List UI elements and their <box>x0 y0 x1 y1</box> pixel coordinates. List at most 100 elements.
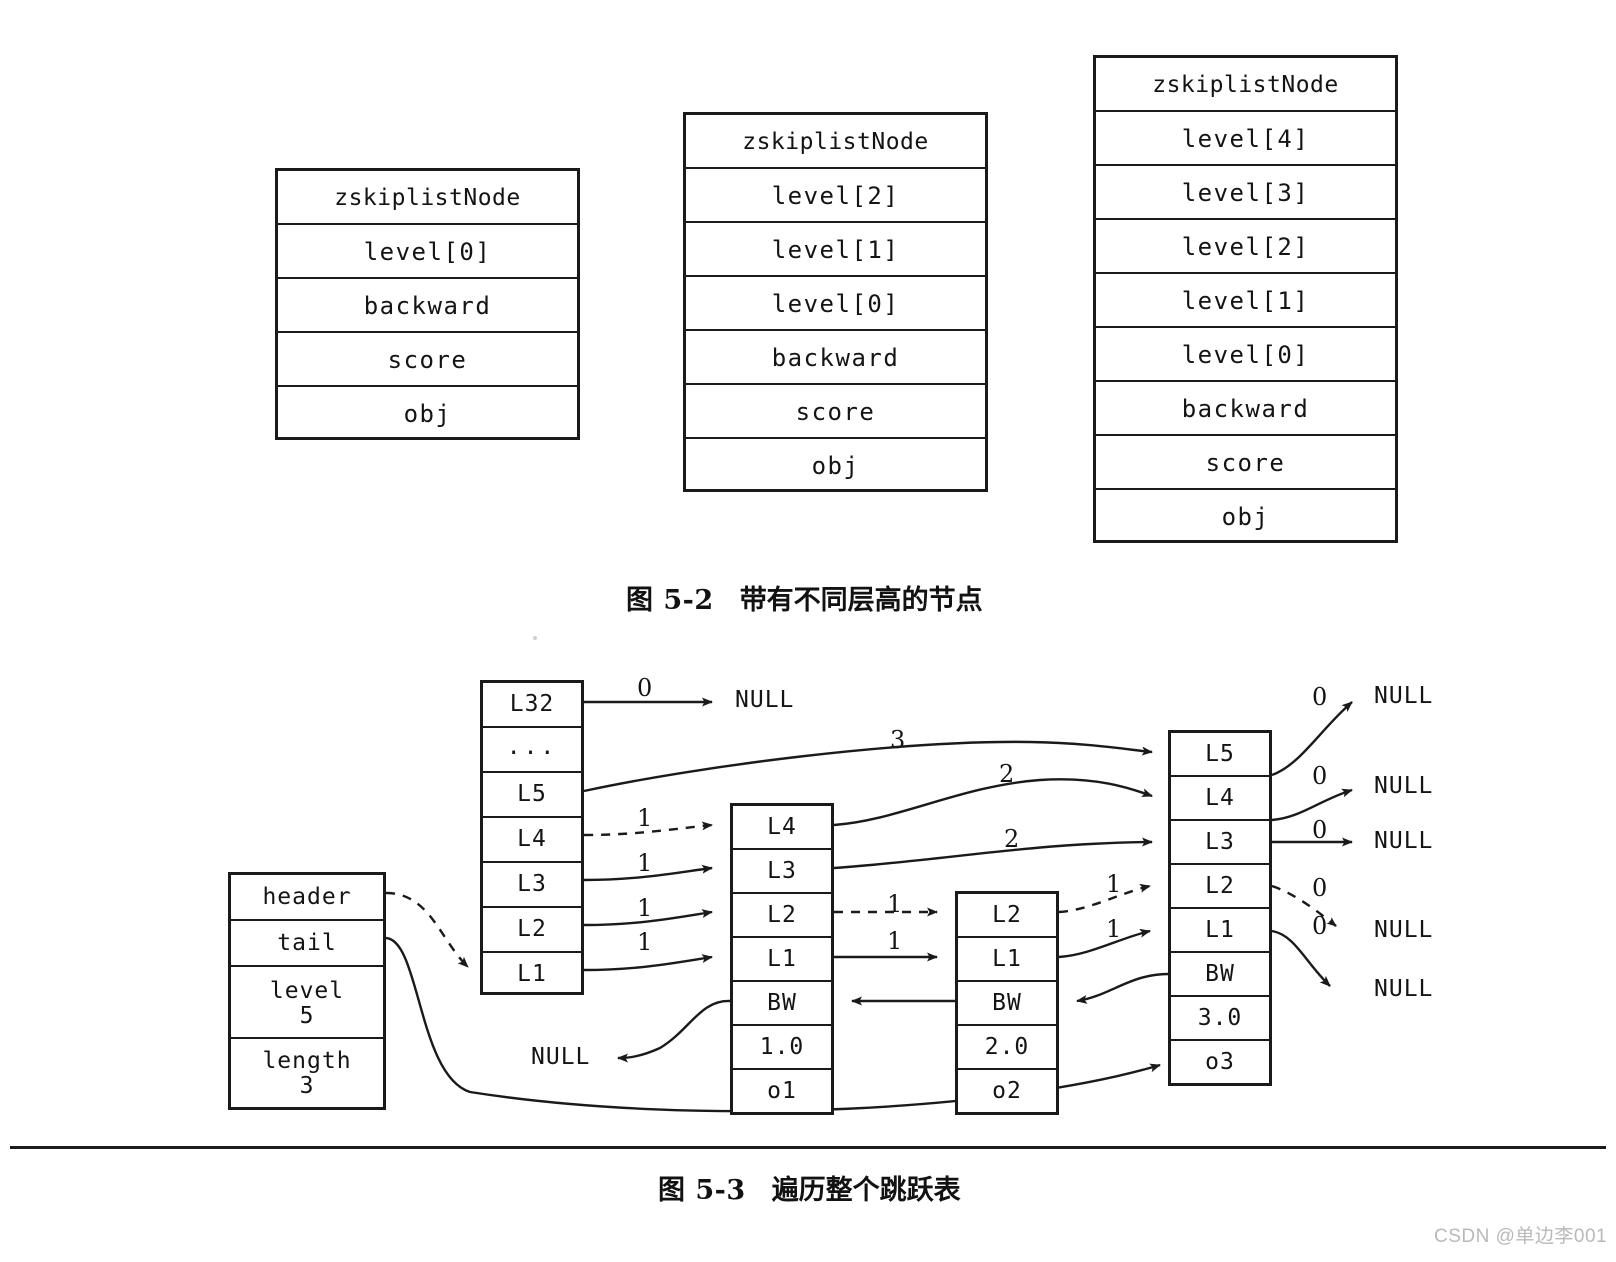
csdn-watermark: CSDN @单边李001 <box>1434 1226 1608 1247</box>
zskiplist-level-label: level <box>269 978 345 1005</box>
zskiplist-field-level: level 5 <box>231 967 383 1039</box>
struct-field: level[0] <box>278 225 577 279</box>
figure-5-3-caption: 图 5-3 遍历整个跳跃表 <box>658 1168 961 1207</box>
node-o1-cell-l1: L1 <box>733 938 831 982</box>
struct-field: level[1] <box>1096 274 1395 328</box>
span-label-n3-l2: 0 <box>1312 874 1328 902</box>
span-label-header-l3: 1 <box>637 849 653 877</box>
struct-field: backward <box>278 279 577 333</box>
null-label-tail-1: NULL <box>1374 683 1434 709</box>
header-node-cell-l32: L32 <box>483 683 581 728</box>
node-o3-cell-obj: o3 <box>1205 1049 1235 1075</box>
span-label-n1-l2: 1 <box>887 890 903 918</box>
node-o1-cell-l4: L4 <box>733 806 831 850</box>
span-label-header-l1: 1 <box>637 928 653 956</box>
span-label-n3-l1: 0 <box>1312 912 1328 940</box>
header-node-cell-l5: L5 <box>483 773 581 818</box>
skiplist-node-o1: L4 L3 L2 L1 BW 1.0 o1 <box>730 803 834 1115</box>
node-o1-cell-l2: L2 <box>733 894 831 938</box>
node-o3-cell-l4: L4 <box>1171 777 1269 821</box>
node-o3-cell-bw: BW <box>1171 953 1269 997</box>
wire-o2-l1-to-o3 <box>1058 928 1151 959</box>
node-o3-cell-score: 3.0 <box>1171 997 1269 1041</box>
struct-header: zskiplistNode <box>278 171 577 225</box>
struct-field: score <box>278 333 577 387</box>
null-label-backward: NULL <box>531 1044 591 1070</box>
node-o2-cell-l2: L2 <box>958 894 1056 938</box>
struct-header: zskiplistNode <box>1096 58 1395 112</box>
struct-field: level[0] <box>1096 328 1395 382</box>
zskiplist-field-length: length 3 <box>231 1039 383 1107</box>
wire-header-to-headernode <box>385 891 469 968</box>
null-label-tail-3: NULL <box>1374 828 1434 854</box>
wire-o3-bw-to-o2 <box>1076 972 1169 1004</box>
span-label-n2-l2: 1 <box>1106 870 1122 898</box>
zskiplistnode-level5-table: zskiplistNode level[4] level[3] level[2]… <box>1093 55 1398 543</box>
struct-field: score <box>686 385 985 439</box>
figure-5-2-number: 图 5-2 <box>626 585 714 616</box>
skiplist-header-node: L32 ... L5 L4 L3 L2 L1 <box>480 680 584 995</box>
span-label-n1-l4: 2 <box>999 760 1015 788</box>
struct-field: score <box>1096 436 1395 490</box>
node-o1-cell-bw: BW <box>733 982 831 1026</box>
span-label-n3-l4: 0 <box>1312 762 1328 790</box>
span-label-header-l32: 0 <box>637 674 653 702</box>
null-label-tail-5: NULL <box>1374 976 1434 1002</box>
header-node-cell-l4: L4 <box>483 818 581 863</box>
page-canvas: zskiplistNode level[0] backward score ob… <box>0 0 1616 1262</box>
span-label-n3-l5: 0 <box>1312 683 1328 711</box>
null-label-tail-2: NULL <box>1374 773 1434 799</box>
struct-field: level[2] <box>686 169 985 223</box>
skiplist-node-o3: L5 L4 L3 L2 L1 BW 3.0 o3 <box>1168 730 1272 1086</box>
struct-field: level[3] <box>1096 166 1395 220</box>
struct-field: level[1] <box>686 223 985 277</box>
figure-5-3-number: 图 5-3 <box>658 1175 746 1206</box>
header-node-cell-l3: L3 <box>483 863 581 908</box>
zskiplist-length-value: 3 <box>299 1073 315 1099</box>
node-o3-cell-l2: L2 <box>1171 865 1269 909</box>
struct-field: obj <box>811 452 860 480</box>
span-label-n2-l1: 1 <box>1106 915 1122 943</box>
figure-5-3-title: 遍历整个跳跃表 <box>771 1175 961 1206</box>
struct-field: level[0] <box>686 277 985 331</box>
span-label-n1-l1: 1 <box>887 927 903 955</box>
struct-field: backward <box>1096 382 1395 436</box>
node-o3-cell-l5: L5 <box>1171 733 1269 777</box>
zskiplist-struct-box: header tail level 5 length 3 <box>228 872 386 1110</box>
struct-field: obj <box>403 400 452 428</box>
figure-5-2-title: 带有不同层高的节点 <box>739 585 983 616</box>
node-o2-cell-l1: L1 <box>958 938 1056 982</box>
wire-o1-l4-to-o3 <box>833 778 1153 827</box>
span-label-n3-l3: 0 <box>1312 816 1328 844</box>
zskiplist-level-value: 5 <box>299 1003 315 1029</box>
struct-field: backward <box>686 331 985 385</box>
node-o1-cell-obj: o1 <box>767 1078 797 1104</box>
node-o2-cell-score: 2.0 <box>958 1026 1056 1070</box>
header-node-cell-l2: L2 <box>483 908 581 953</box>
wire-o1-bw-to-null <box>617 999 731 1063</box>
zskiplist-field-header: header <box>231 875 383 921</box>
wire-o2-l2-to-o3 <box>1058 883 1151 914</box>
zskiplistnode-level3-table: zskiplistNode level[2] level[1] level[0]… <box>683 112 988 492</box>
wire-header-l5-to-o3 <box>583 740 1153 793</box>
struct-field: level[4] <box>1096 112 1395 166</box>
skiplist-node-o2: L2 L1 BW 2.0 o2 <box>955 891 1059 1115</box>
zskiplist-field-tail: tail <box>231 921 383 967</box>
span-label-header-l2: 1 <box>637 894 653 922</box>
struct-field: level[2] <box>1096 220 1395 274</box>
node-o3-cell-l1: L1 <box>1171 909 1269 953</box>
span-label-n1-l3: 2 <box>1004 825 1020 853</box>
header-node-cell-l1: L1 <box>517 961 547 987</box>
struct-field: obj <box>1221 503 1270 531</box>
header-node-cell-ellipsis: ... <box>483 728 581 773</box>
span-label-header-l4: 1 <box>637 804 653 832</box>
wire-header-l1-to-o1 <box>583 954 713 972</box>
struct-header: zskiplistNode <box>686 115 985 169</box>
zskiplist-length-label: length <box>262 1048 352 1075</box>
figure-5-2-caption: 图 5-2 带有不同层高的节点 <box>626 578 983 617</box>
null-label-header-l32: NULL <box>735 687 795 713</box>
span-label-header-l5: 3 <box>890 726 906 754</box>
node-o3-cell-l3: L3 <box>1171 821 1269 865</box>
scan-speck <box>533 636 537 640</box>
page-horizontal-rule <box>10 1146 1606 1149</box>
